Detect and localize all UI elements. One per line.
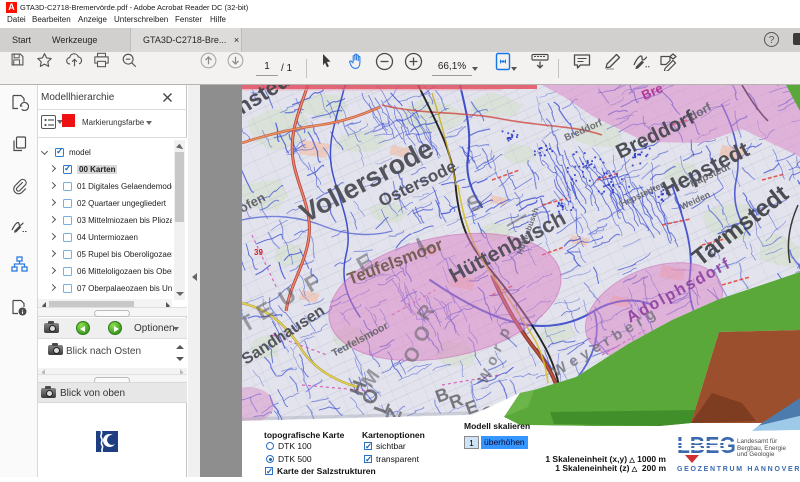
svg-text:39: 39 [254, 248, 263, 257]
